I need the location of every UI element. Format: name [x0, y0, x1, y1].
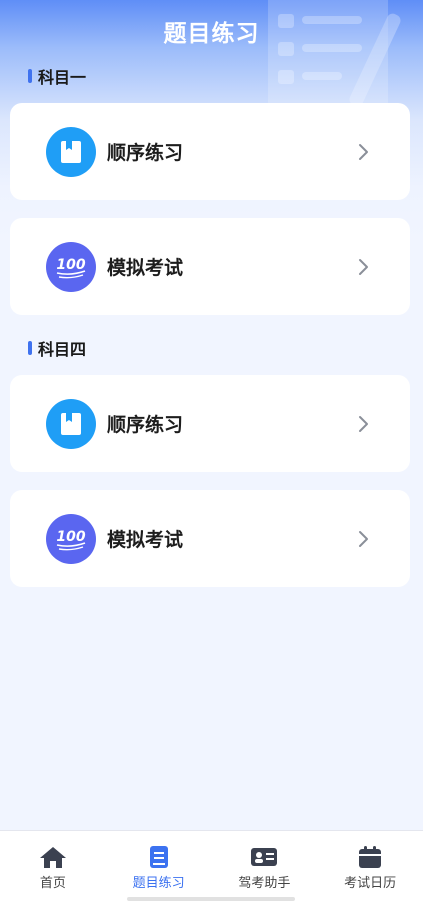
section-marker	[28, 341, 32, 355]
home-indicator	[127, 897, 295, 901]
score-100-text: 100	[56, 529, 85, 545]
tab-label: 题目练习	[132, 876, 185, 891]
tab-label: 考试日历	[344, 876, 397, 891]
score-100-icon: 100	[46, 513, 96, 564]
tab-label: 首页	[39, 876, 66, 891]
sequential-practice-card-subject-one[interactable]: 顺序练习	[10, 103, 410, 200]
mock-exam-card-subject-four[interactable]: 100 模拟考试	[10, 490, 410, 587]
tab-driving-assistant[interactable]: 驾考助手	[212, 831, 318, 904]
home-icon	[39, 847, 66, 868]
tab-home[interactable]: 首页	[0, 831, 106, 904]
bottom-tab-bar: 首页 题目练习 驾考助手 考试日历	[0, 830, 423, 904]
score-100-icon: 100	[46, 241, 96, 292]
calendar-icon	[359, 846, 382, 868]
exercise-book-icon	[149, 846, 168, 868]
card-label: 模拟考试	[107, 257, 184, 279]
chevron-right-icon	[359, 530, 368, 547]
mock-exam-card-subject-one[interactable]: 100 模拟考试	[10, 218, 410, 315]
section-marker	[28, 69, 32, 83]
tab-label: 驾考助手	[238, 876, 291, 891]
book-icon	[46, 126, 96, 177]
id-card-icon	[251, 848, 278, 866]
section-title-subject-four: 科目四	[28, 336, 86, 360]
card-label: 顺序练习	[107, 142, 184, 164]
chevron-right-icon	[359, 258, 368, 275]
sequential-practice-card-subject-four[interactable]: 顺序练习	[10, 375, 410, 472]
chevron-right-icon	[359, 415, 368, 432]
book-icon	[46, 398, 96, 449]
card-label: 模拟考试	[107, 529, 184, 551]
card-label: 顺序练习	[107, 414, 184, 436]
tab-exercises[interactable]: 题目练习	[106, 831, 212, 904]
section-title-subject-one: 科目一	[28, 64, 86, 88]
chevron-right-icon	[359, 143, 368, 160]
section-title-text: 科目一	[38, 68, 87, 87]
section-title-text: 科目四	[38, 340, 87, 359]
score-100-text: 100	[56, 257, 85, 273]
page-title: 题目练习	[163, 21, 260, 47]
tab-exam-calendar[interactable]: 考试日历	[317, 831, 423, 904]
